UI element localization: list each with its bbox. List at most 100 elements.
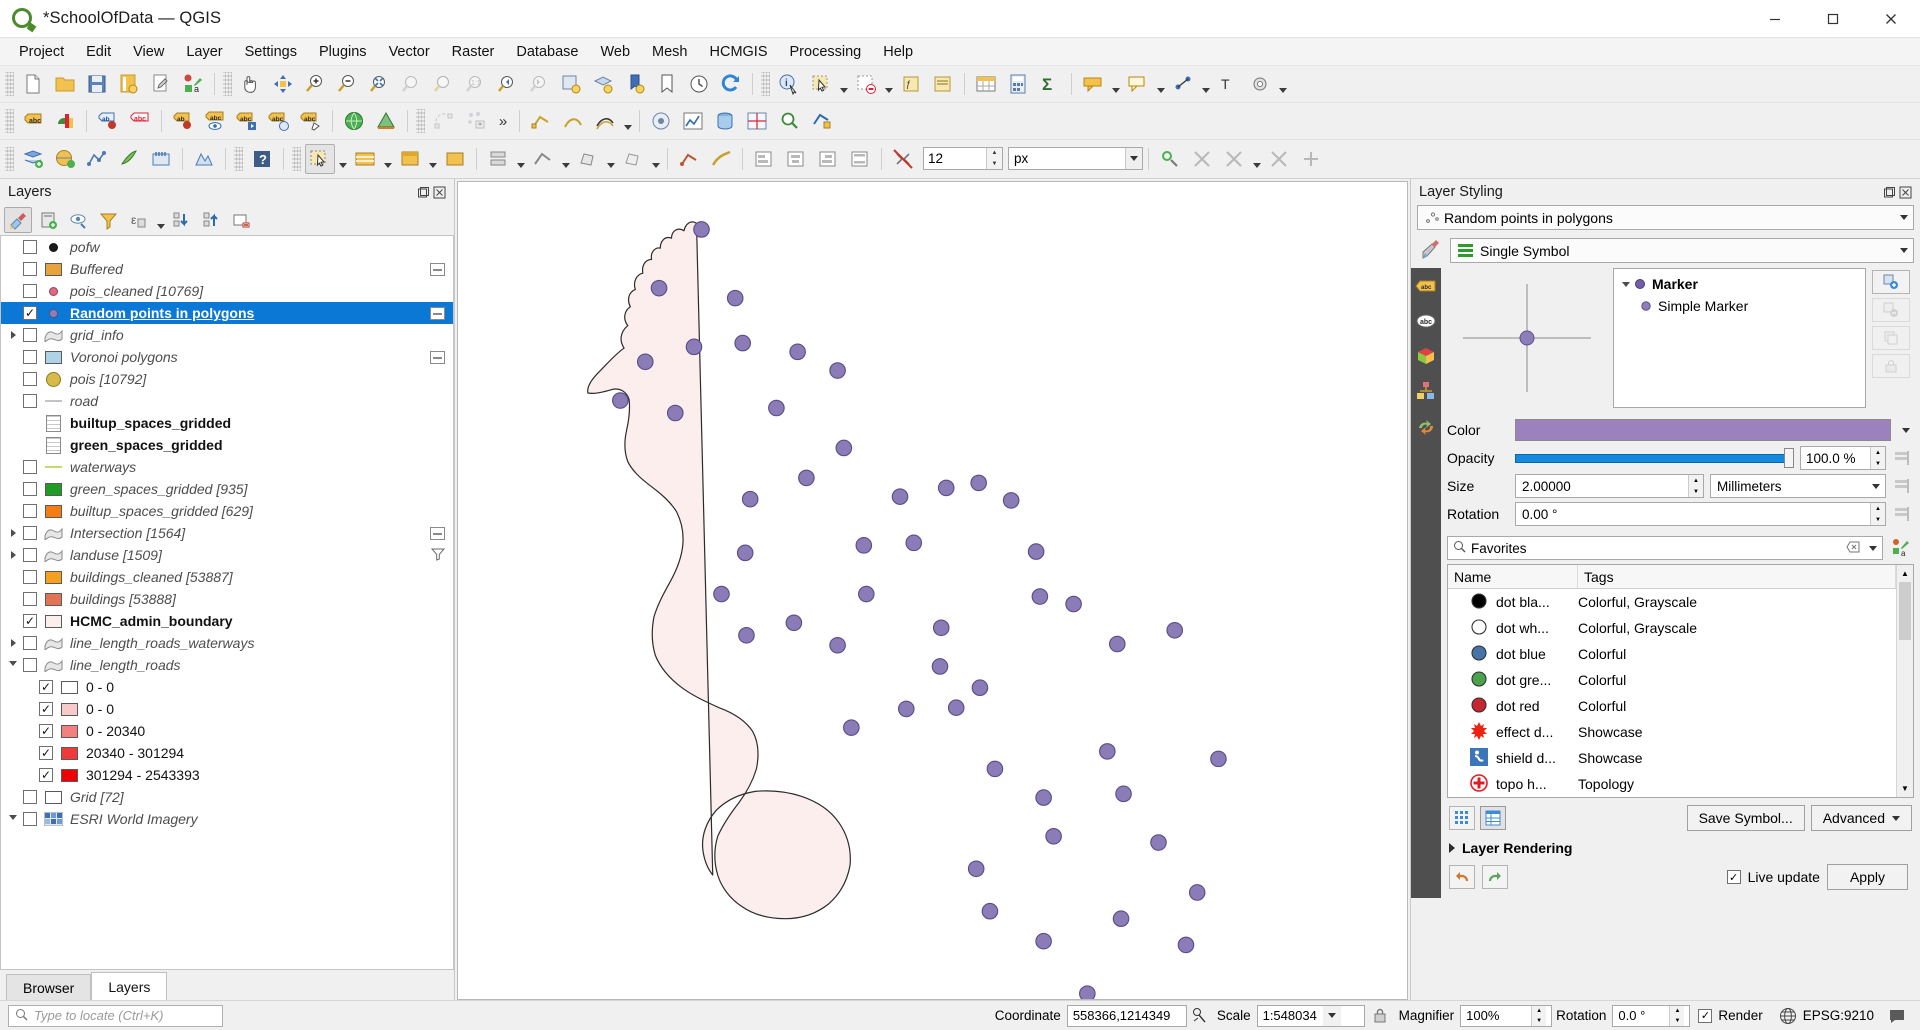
random-points-icon[interactable]: [461, 106, 491, 136]
style-manager-shortcut-icon[interactable]: a: [1888, 538, 1914, 558]
size-unit-combo[interactable]: Millimeters: [1710, 474, 1886, 498]
diagram-properties-icon[interactable]: [50, 106, 80, 136]
db-manager-icon[interactable]: [710, 106, 740, 136]
magnifier-value[interactable]: 100% ▲ ▼: [1460, 1004, 1553, 1027]
snap-end-icon[interactable]: [1264, 144, 1294, 174]
layer-visibility-checkbox[interactable]: [23, 658, 37, 672]
layer-row[interactable]: pois [10792]: [1, 368, 453, 390]
show-hide-labels-icon[interactable]: abc: [200, 106, 230, 136]
align-right-icon[interactable]: [813, 144, 843, 174]
pan-to-selection-icon[interactable]: [268, 69, 298, 99]
layer-row[interactable]: ✓ 0 - 20340: [1, 720, 453, 742]
zoom-last-icon[interactable]: [492, 69, 522, 99]
add-wfs-layer-icon[interactable]: [189, 144, 219, 174]
menu-mesh[interactable]: Mesh: [641, 41, 698, 63]
toolbar-overflow-chevron[interactable]: »: [492, 106, 514, 136]
add-postgis-layer-icon[interactable]: [146, 144, 176, 174]
filter-legend-by-expression-icon[interactable]: ε: [124, 207, 152, 233]
expand-all-icon[interactable]: [167, 207, 195, 233]
opacity-value-spinbox[interactable]: 100.0 % ▲ ▼: [1800, 446, 1886, 470]
snap-to-grid-icon[interactable]: [1219, 144, 1249, 174]
snap-dropdown[interactable]: [1250, 144, 1263, 174]
modify-attributes-icon[interactable]: [618, 144, 648, 174]
search-layers-icon[interactable]: [774, 106, 804, 136]
apply-button[interactable]: Apply: [1826, 864, 1908, 890]
move-label-icon[interactable]: ab: [168, 106, 198, 136]
layer-visibility-checkbox[interactable]: ✓: [39, 768, 53, 782]
layer-row[interactable]: pofw: [1, 236, 453, 258]
new-3d-map-view-icon[interactable]: [588, 69, 618, 99]
add-polygon-feature-icon[interactable]: [573, 144, 603, 174]
renderer-selector[interactable]: Single Symbol: [1450, 238, 1914, 263]
change-label-icon[interactable]: abc: [232, 106, 262, 136]
layer-row[interactable]: ✓ Random points in polygons: [1, 302, 453, 324]
layer-row[interactable]: green_spaces_gridded [935]: [1, 478, 453, 500]
enable-topological-editing-icon[interactable]: [1155, 144, 1185, 174]
add-line-dropdown[interactable]: [559, 144, 572, 174]
expander-collapsed-icon[interactable]: [5, 529, 21, 537]
table-dropdown[interactable]: [381, 144, 394, 174]
layer-visibility-checkbox[interactable]: ✓: [39, 724, 53, 738]
hcmgis-globe-icon[interactable]: [339, 106, 369, 136]
annotation-dropdown[interactable]: [1154, 69, 1167, 99]
remove-symbol-layer-button[interactable]: [1872, 298, 1910, 322]
select-color-icon[interactable]: [395, 144, 425, 174]
layer-visibility-checkbox[interactable]: [23, 372, 37, 386]
zoom-to-layer-icon[interactable]: [428, 69, 458, 99]
align-center-icon[interactable]: [781, 144, 811, 174]
shape-digitize-icon[interactable]: [429, 106, 459, 136]
toolbar-grip-6[interactable]: [5, 146, 14, 171]
layer-row[interactable]: ESRI World Imagery: [1, 808, 453, 830]
map-settings-dropdown[interactable]: [1276, 69, 1289, 99]
actions-icon[interactable]: [1414, 414, 1438, 438]
add-line-feature-icon[interactable]: [528, 144, 558, 174]
layer-row[interactable]: line_length_roads: [1, 654, 453, 676]
highlight-labels-icon[interactable]: abc: [125, 106, 155, 136]
layer-visibility-checkbox[interactable]: [23, 570, 37, 584]
measure-line-icon[interactable]: [1168, 69, 1198, 99]
digitize-with-segment-icon[interactable]: [674, 144, 704, 174]
layer-filter-icon[interactable]: [430, 547, 446, 564]
layer-visibility-checkbox[interactable]: ✓: [39, 702, 53, 716]
symbol-tree-node-marker[interactable]: Marker: [1614, 273, 1865, 295]
new-map-view-icon[interactable]: [556, 69, 586, 99]
rotation-data-defined-icon[interactable]: [1892, 502, 1914, 526]
edit-label-icon[interactable]: abc: [296, 106, 326, 136]
layer-row[interactable]: buildings [53888]: [1, 588, 453, 610]
tab-layers[interactable]: Layers: [91, 972, 168, 1000]
zoom-full-icon[interactable]: [364, 69, 394, 99]
list-view-button[interactable]: [1480, 806, 1506, 830]
symbol-search-input[interactable]: Favorites: [1447, 536, 1883, 560]
add-delimited-text-icon[interactable]: [114, 144, 144, 174]
snap-middle-icon[interactable]: [1296, 144, 1326, 174]
rotate-label-icon[interactable]: abc: [264, 106, 294, 136]
refresh-icon[interactable]: [716, 69, 746, 99]
open-layer-styling-panel-icon[interactable]: [4, 207, 32, 233]
coordinate-value[interactable]: 558366,1214349: [1066, 1004, 1187, 1027]
processing-toolbox-icon[interactable]: [646, 106, 676, 136]
symbol-list-row[interactable]: dot blue Colorful: [1448, 641, 1896, 667]
layer-visibility-checkbox[interactable]: ✓: [23, 306, 37, 320]
symbol-layer-tree[interactable]: Marker Simple Marker: [1613, 268, 1866, 408]
select-dropdown[interactable]: [837, 69, 850, 99]
crs-label[interactable]: EPSG:9210: [1803, 1008, 1874, 1023]
offset-curve-icon[interactable]: [590, 106, 620, 136]
opacity-data-defined-icon[interactable]: [1892, 446, 1914, 470]
modify-dropdown[interactable]: [649, 144, 662, 174]
message-log-icon[interactable]: [1882, 1007, 1912, 1025]
menu-edit[interactable]: Edit: [75, 41, 122, 63]
layer-visibility-checkbox[interactable]: [23, 240, 37, 254]
refresh-bookmark-icon[interactable]: [620, 69, 650, 99]
lock-icon[interactable]: [1365, 1007, 1395, 1024]
field-calculator-icon[interactable]: [1003, 69, 1033, 99]
close-panel-icon[interactable]: [433, 186, 446, 199]
filter-legend-dropdown[interactable]: [154, 205, 167, 235]
layer-row[interactable]: ✓ 301294 - 2543393: [1, 764, 453, 786]
layer-visibility-checkbox[interactable]: [23, 526, 37, 540]
select-features-icon[interactable]: [806, 69, 836, 99]
new-annotation-icon[interactable]: [1123, 69, 1153, 99]
add-raster-layer-icon[interactable]: [50, 144, 80, 174]
globe-icon[interactable]: [1773, 1007, 1803, 1025]
menu-database[interactable]: Database: [505, 41, 589, 63]
layer-visibility-checkbox[interactable]: ✓: [23, 614, 37, 628]
